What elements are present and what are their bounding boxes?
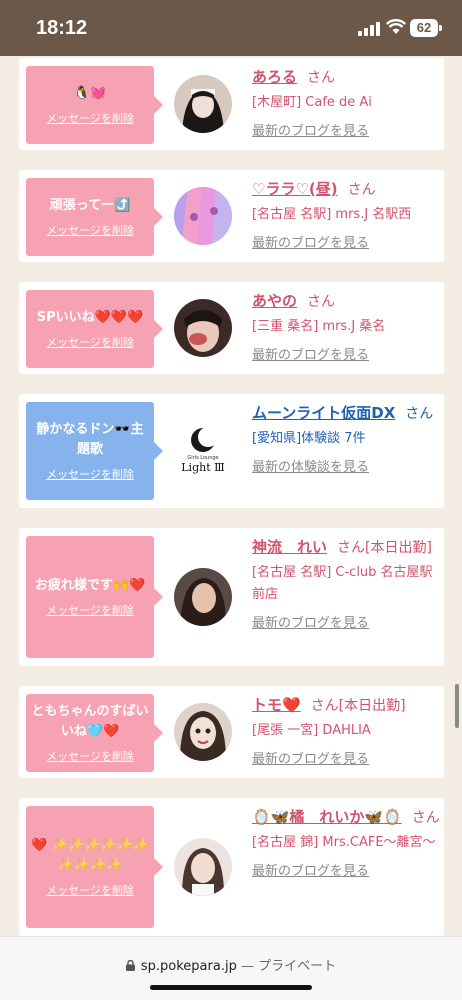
avatar[interactable] (174, 75, 232, 133)
profile-info: あろる さん [木屋町] Cafe de Ai 最新のブログを見る (252, 66, 442, 139)
delete-message-link[interactable]: メッセージを削除 (46, 466, 134, 482)
message-bubble: お疲れ様です🙌❤️ メッセージを削除 (26, 536, 163, 658)
message-bubble: 頑張ってー⤴️ メッセージを削除 (26, 178, 163, 256)
delete-message-link[interactable]: メッセージを削除 (46, 222, 134, 238)
profile-name[interactable]: 🪞🦋橘 れいか🦋🪞 (252, 808, 402, 826)
home-indicator[interactable] (150, 985, 312, 990)
avatar[interactable] (174, 568, 232, 626)
latest-blog-link[interactable]: 最新のブログを見る (252, 344, 442, 363)
profile-name[interactable]: あろる (252, 68, 297, 86)
shop-info: [三重 桑名] mrs.J 桑名 (252, 319, 386, 334)
profile-info: ムーンライト仮面DX さん [愛知県]体験談 7件 最新の体験談を見る (252, 402, 442, 475)
shop-info: [名古屋 名駅] C-club 名古屋駅前店 (252, 565, 433, 602)
shop-info: [名古屋 名駅] mrs.J 名駅西 (252, 207, 412, 222)
profile-name[interactable]: トモ❤️ (252, 696, 301, 714)
message-card: SPいいね❤️❤️❤️ メッセージを削除 あやの さん [三重 桑名] mrs.J… (19, 282, 444, 374)
battery-icon: 62 (410, 19, 438, 37)
logo-text: Light Ⅲ (181, 461, 225, 474)
message-card: 静かなるドン🕶️主題歌 メッセージを削除 Girls Lounge Light … (19, 394, 444, 508)
message-text: SPいいね❤️❤️❤️ (36, 310, 144, 325)
honorific: さん[本日出勤] (310, 698, 406, 714)
honorific: さん (307, 70, 336, 86)
avatar[interactable] (174, 838, 232, 896)
profile-name[interactable]: ムーンライト仮面DX (252, 404, 395, 422)
status-bar: 18:12 62 (0, 0, 462, 56)
message-card: 頑張ってー⤴️ メッセージを削除 ♡ララ♡(昼) さん [名古屋 名駅] mrs.… (19, 170, 444, 262)
message-bubble: SPいいね❤️❤️❤️ メッセージを削除 (26, 290, 163, 368)
latest-blog-link[interactable]: 最新のブログを見る (252, 232, 442, 251)
privacy-label: — プライベート (240, 959, 337, 974)
delete-message-link[interactable]: メッセージを削除 (46, 602, 134, 618)
honorific: さん (405, 406, 434, 422)
delete-message-link[interactable]: メッセージを削除 (46, 334, 134, 350)
delete-message-link[interactable]: メッセージを削除 (46, 882, 134, 898)
latest-blog-link[interactable]: 最新のブログを見る (252, 612, 442, 631)
url-text: sp.pokepara.jp (140, 959, 237, 974)
message-text: 🐧💓 (73, 86, 107, 101)
message-list: 🐧💓 メッセージを削除 あろる さん [木屋町] Cafe de Ai 最新のブロ… (0, 56, 462, 936)
profile-name[interactable]: あやの (252, 292, 297, 310)
profile-info: ♡ララ♡(昼) さん [名古屋 名駅] mrs.J 名駅西 最新のブログを見る (252, 178, 442, 251)
delete-message-link[interactable]: メッセージを削除 (46, 748, 134, 764)
message-text: 静かなるドン🕶️主題歌 (36, 422, 144, 457)
message-text: 頑張ってー⤴️ (49, 198, 131, 213)
message-bubble: 静かなるドン🕶️主題歌 メッセージを削除 (26, 402, 163, 500)
message-bubble: ❤️ ✨✨✨✨✨✨ ✨✨✨✨ メッセージを削除 (26, 806, 163, 928)
honorific: さん (307, 294, 336, 310)
message-text: お疲れ様です🙌❤️ (34, 578, 146, 593)
lock-icon (125, 960, 135, 971)
profile-info: あやの さん [三重 桑名] mrs.J 桑名 最新のブログを見る (252, 290, 442, 363)
browser-url-bar[interactable]: sp.pokepara.jp — プライベート (0, 936, 462, 1000)
latest-blog-link[interactable]: 最新のブログを見る (252, 748, 442, 767)
message-card: お疲れ様です🙌❤️ メッセージを削除 神流 れい さん[本日出勤] [名古屋 名駅… (19, 528, 444, 666)
message-bubble: ともちゃんのすばいいね🩵❤️ メッセージを削除 (26, 694, 163, 772)
avatar[interactable] (174, 187, 232, 245)
message-card: ともちゃんのすばいいね🩵❤️ メッセージを削除 トモ❤️ さん[本日出勤] [尾張… (19, 686, 444, 778)
profile-info: 神流 れい さん[本日出勤] [名古屋 名駅] C-club 名古屋駅前店 最新の… (252, 536, 442, 631)
honorific: さん (347, 182, 376, 198)
message-bubble: 🐧💓 メッセージを削除 (26, 66, 163, 144)
latest-blog-link[interactable]: 最新のブログを見る (252, 860, 442, 879)
message-card: ❤️ ✨✨✨✨✨✨ ✨✨✨✨ メッセージを削除 🪞🦋橘 れいか🦋🪞 さん [名古屋… (19, 798, 444, 936)
profile-info: トモ❤️ さん[本日出勤] [尾張 一宮] DAHLIA 最新のブログを見る (252, 694, 442, 767)
cellular-signal-icon (358, 22, 380, 36)
profile-name[interactable]: ♡ララ♡(昼) (252, 180, 338, 198)
scrollbar-thumb[interactable] (455, 684, 459, 728)
shop-info: [愛知県]体験談 7件 (252, 431, 366, 446)
delete-message-link[interactable]: メッセージを削除 (46, 110, 134, 126)
profile-info: 🪞🦋橘 れいか🦋🪞 さん [名古屋 錦] Mrs.CAFE〜離宮〜 最新のブログを… (252, 806, 442, 879)
shop-info: [名古屋 錦] Mrs.CAFE〜離宮〜 (252, 835, 436, 850)
battery-tip (439, 25, 442, 31)
wifi-icon (386, 19, 406, 34)
message-text: ともちゃんのすばいいね🩵❤️ (31, 704, 149, 739)
avatar[interactable] (174, 703, 232, 761)
message-card: 🐧💓 メッセージを削除 あろる さん [木屋町] Cafe de Ai 最新のブロ… (19, 58, 444, 150)
shop-info: [尾張 一宮] DAHLIA (252, 723, 371, 738)
honorific: さん[本日出勤] (337, 540, 432, 556)
status-time: 18:12 (36, 17, 88, 39)
honorific: さん (411, 810, 440, 826)
shop-logo[interactable]: Girls Lounge Light Ⅲ (174, 422, 232, 480)
latest-review-link[interactable]: 最新の体験談を見る (252, 456, 442, 475)
avatar[interactable] (174, 299, 232, 357)
profile-name[interactable]: 神流 れい (252, 538, 327, 556)
latest-blog-link[interactable]: 最新のブログを見る (252, 120, 442, 139)
message-text: ❤️ ✨✨✨✨✨✨ ✨✨✨✨ (31, 838, 149, 873)
url-display[interactable]: sp.pokepara.jp — プライベート (0, 955, 462, 974)
shop-info: [木屋町] Cafe de Ai (252, 95, 372, 110)
